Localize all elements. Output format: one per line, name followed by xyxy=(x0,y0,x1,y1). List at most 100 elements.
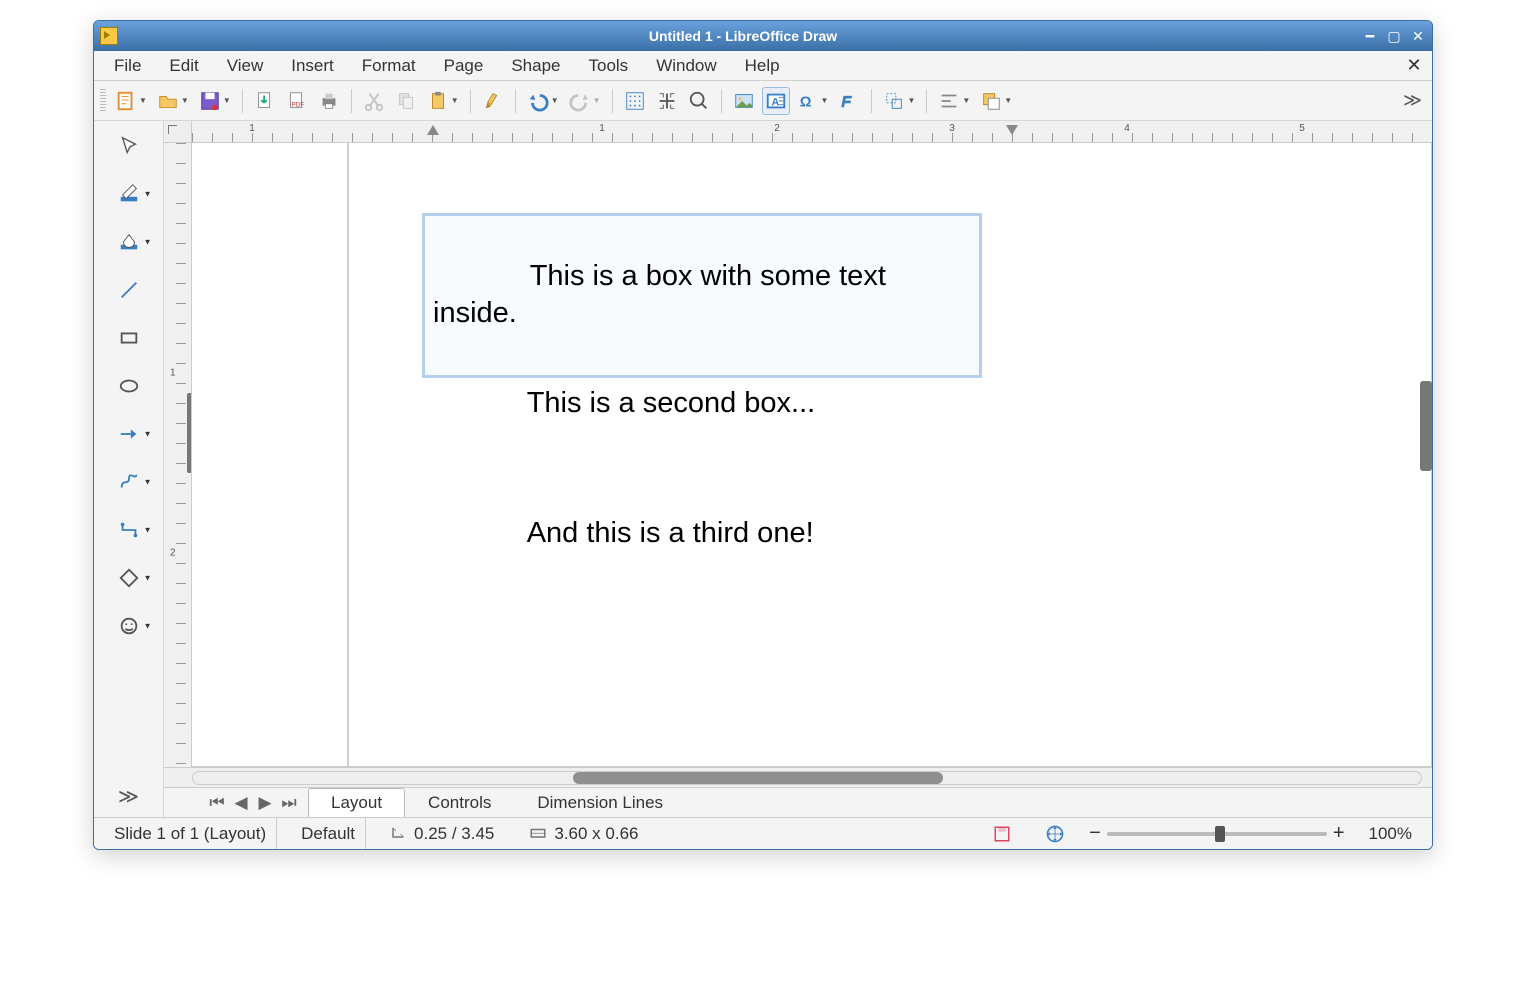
last-slide-button[interactable]: ⏭ xyxy=(280,793,298,813)
fontwork-button[interactable]: F xyxy=(835,87,863,115)
tab-layout[interactable]: Layout xyxy=(308,788,405,818)
horizontal-ruler[interactable]: 1 1 2 3 4 5 xyxy=(192,121,1432,143)
window-controls: ━ ▢ ✕ xyxy=(1362,28,1426,45)
redo-button[interactable] xyxy=(566,87,604,115)
curve-tool[interactable] xyxy=(101,463,157,501)
indent-marker-right[interactable] xyxy=(1006,125,1018,135)
indent-marker-left[interactable] xyxy=(427,125,439,135)
ruler-number: 1 xyxy=(249,123,255,134)
basic-shapes-tool[interactable] xyxy=(101,559,157,597)
ruler-number: 5 xyxy=(1299,123,1305,134)
menu-page[interactable]: Page xyxy=(430,52,498,80)
copy-button[interactable] xyxy=(392,87,420,115)
symbol-shapes-tool[interactable] xyxy=(101,607,157,645)
hscroll-track[interactable] xyxy=(192,771,1422,785)
status-style[interactable]: Default xyxy=(291,818,366,849)
text-box-1-content: This is a box with some text inside. xyxy=(433,260,894,330)
close-document-button[interactable]: ✕ xyxy=(1402,55,1426,76)
drawing-toolbar-overflow[interactable]: ≫ xyxy=(118,784,139,809)
svg-text:PDF: PDF xyxy=(291,101,304,108)
menu-edit[interactable]: Edit xyxy=(155,52,212,80)
layer-tab-bar: ⏮ ◀ ▶ ⏭ Layout Controls Dimension Lines xyxy=(164,787,1432,817)
status-size-group: 3.60 x 0.66 xyxy=(518,818,648,849)
zoom-slider[interactable]: − + xyxy=(1089,822,1344,845)
tab-controls[interactable]: Controls xyxy=(405,788,514,818)
export-pdf-button[interactable]: PDF xyxy=(283,87,311,115)
ruler-number: 4 xyxy=(1124,123,1130,134)
prev-slide-button[interactable]: ◀ xyxy=(232,793,250,813)
print-button[interactable] xyxy=(315,87,343,115)
cut-button[interactable] xyxy=(360,87,388,115)
slide-nav-buttons: ⏮ ◀ ▶ ⏭ xyxy=(208,793,298,813)
special-character-button[interactable]: Ω xyxy=(794,87,832,115)
line-tool[interactable] xyxy=(101,271,157,309)
grid-button[interactable] xyxy=(621,87,649,115)
fill-color-tool[interactable] xyxy=(101,223,157,261)
svg-text:F: F xyxy=(842,94,852,110)
drawing-page[interactable]: This is a box with some text inside. Thi… xyxy=(192,143,1432,767)
clone-formatting-button[interactable] xyxy=(479,87,507,115)
text-box-3[interactable]: And this is a third one! xyxy=(422,473,982,594)
title-bar: Untitled 1 - LibreOffice Draw ━ ▢ ✕ xyxy=(94,21,1432,51)
open-button[interactable] xyxy=(154,87,192,115)
menu-help[interactable]: Help xyxy=(731,52,794,80)
menu-shape[interactable]: Shape xyxy=(497,52,574,80)
menu-view[interactable]: View xyxy=(213,52,278,80)
svg-text:A: A xyxy=(771,96,779,108)
first-slide-button[interactable]: ⏮ xyxy=(208,793,226,813)
paste-button[interactable] xyxy=(424,87,462,115)
menu-format[interactable]: Format xyxy=(348,52,430,80)
line-color-tool[interactable] xyxy=(101,175,157,213)
undo-button[interactable] xyxy=(524,87,562,115)
zoom-level[interactable]: 100% xyxy=(1359,818,1422,849)
vertical-scroll-thumb[interactable] xyxy=(1420,381,1432,471)
zoom-button[interactable] xyxy=(685,87,713,115)
app-window: Untitled 1 - LibreOffice Draw ━ ▢ ✕ File… xyxy=(93,20,1433,850)
close-button[interactable]: ✕ xyxy=(1410,28,1426,45)
zoom-out-button[interactable]: − xyxy=(1089,822,1101,845)
zoom-track[interactable] xyxy=(1107,832,1327,836)
save-indicator[interactable] xyxy=(983,818,1021,849)
toolbar-overflow-button[interactable]: ≫ xyxy=(1399,90,1426,111)
minimize-button[interactable]: ━ xyxy=(1362,28,1378,45)
zoom-thumb[interactable] xyxy=(1215,826,1225,842)
tab-dimension-lines[interactable]: Dimension Lines xyxy=(514,788,686,818)
connector-tool[interactable] xyxy=(101,511,157,549)
next-slide-button[interactable]: ▶ xyxy=(256,793,274,813)
ellipse-tool[interactable] xyxy=(101,367,157,405)
work-area: ≫ 1 1 2 3 4 5 1 2 xyxy=(94,121,1432,817)
insert-image-button[interactable] xyxy=(730,87,758,115)
menu-file[interactable]: File xyxy=(100,52,155,80)
ruler-number: 2 xyxy=(774,123,780,134)
arrange-button[interactable] xyxy=(977,87,1015,115)
transformations-button[interactable] xyxy=(880,87,918,115)
arrow-tool[interactable] xyxy=(101,415,157,453)
new-button[interactable] xyxy=(112,87,150,115)
status-size: 3.60 x 0.66 xyxy=(554,824,638,844)
save-button[interactable] xyxy=(196,87,234,115)
ruler-number: 1 xyxy=(599,123,605,134)
drawing-viewport[interactable]: This is a box with some text inside. Thi… xyxy=(192,143,1432,767)
ruler-corner xyxy=(164,121,192,143)
align-button[interactable] xyxy=(935,87,973,115)
insert-textbox-button[interactable]: A xyxy=(762,87,790,115)
ruler-number: 2 xyxy=(170,548,176,559)
horizontal-scrollbar xyxy=(164,767,1432,787)
zoom-in-button[interactable]: + xyxy=(1333,822,1345,845)
standard-toolbar: PDF xyxy=(94,81,1432,121)
fit-page-button[interactable] xyxy=(1035,818,1075,849)
text-box-2[interactable]: This is a second box... xyxy=(422,343,982,464)
toolbar-grip[interactable] xyxy=(100,89,106,113)
snap-guides-button[interactable] xyxy=(653,87,681,115)
export-button[interactable] xyxy=(251,87,279,115)
rectangle-tool[interactable] xyxy=(101,319,157,357)
hscroll-thumb[interactable] xyxy=(573,772,943,784)
select-tool[interactable] xyxy=(101,127,157,165)
menu-window[interactable]: Window xyxy=(642,52,730,80)
window-title: Untitled 1 - LibreOffice Draw xyxy=(124,28,1362,44)
menu-tools[interactable]: Tools xyxy=(575,52,643,80)
menu-insert[interactable]: Insert xyxy=(277,52,348,80)
svg-text:Ω: Ω xyxy=(799,94,811,110)
maximize-button[interactable]: ▢ xyxy=(1386,28,1402,45)
vertical-ruler[interactable]: 1 2 xyxy=(164,143,192,767)
